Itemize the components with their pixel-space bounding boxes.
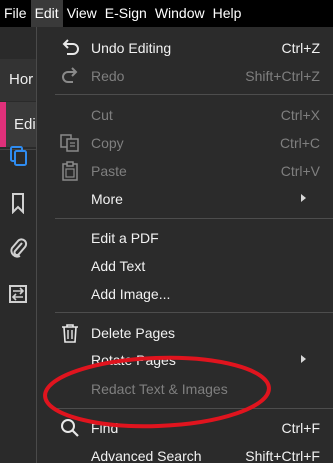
menu-item-label: Cut [91, 107, 113, 123]
menu-window[interactable]: Window [151, 0, 209, 27]
menu-item-delete-pages[interactable]: Delete Pages [37, 320, 333, 346]
menu-item-copy[interactable]: Copy Ctrl+C [37, 130, 333, 156]
compare-icon[interactable] [8, 283, 28, 305]
menu-item-shortcut: Ctrl+V [280, 163, 320, 179]
bookmark-icon[interactable] [8, 192, 28, 214]
menu-item-redact[interactable]: Redact Text & Images [37, 376, 333, 402]
menu-item-cut[interactable]: Cut Ctrl+X [37, 102, 333, 128]
attachment-icon[interactable] [8, 237, 28, 259]
edit-menu-dropdown: Undo Editing Ctrl+Z Redo Shift+Ctrl+Z Cu… [36, 27, 333, 463]
search-icon [61, 419, 79, 437]
menu-view[interactable]: View [63, 0, 101, 27]
menu-item-label: Add Text [91, 258, 146, 274]
undo-icon [62, 39, 79, 55]
menu-item-label: Redo [91, 68, 125, 84]
tab-edit[interactable]: Edi [0, 102, 36, 147]
menu-item-label: Edit a PDF [91, 230, 159, 246]
menu-help[interactable]: Help [209, 0, 246, 27]
menu-item-paste[interactable]: Paste Ctrl+V [37, 158, 333, 184]
menu-item-find[interactable]: Find Ctrl+F [37, 415, 333, 441]
menu-item-shortcut: Ctrl+C [279, 135, 320, 151]
paste-icon [62, 161, 78, 181]
tab-edit-label: Edi [14, 116, 36, 133]
left-toolbar: Hor Edi [0, 27, 36, 463]
menu-edit[interactable]: Edit [30, 0, 63, 27]
menu-item-label: Undo Editing [91, 40, 172, 56]
menu-item-redo[interactable]: Redo Shift+Ctrl+Z [37, 63, 333, 89]
menu-item-label: Find [91, 420, 119, 436]
menu-item-more[interactable]: More [37, 186, 333, 212]
menu-item-undo[interactable]: Undo Editing Ctrl+Z [37, 35, 333, 61]
active-tab-accent [0, 102, 6, 147]
menu-file[interactable]: File [0, 0, 31, 27]
menu-item-shortcut: Shift+Ctrl+Z [245, 68, 320, 84]
menu-item-edit-pdf[interactable]: Edit a PDF [37, 225, 333, 251]
menu-item-label: Delete Pages [91, 325, 176, 341]
menu-item-label: More [91, 191, 123, 207]
menu-bar: File Edit View E-Sign Window Help [0, 0, 333, 27]
pages-icon[interactable] [8, 145, 28, 167]
tab-home-label: Hor [9, 71, 34, 88]
tab-home[interactable]: Hor [0, 59, 36, 101]
menu-esign[interactable]: E-Sign [101, 0, 151, 27]
copy-icon [60, 134, 79, 152]
menu-item-label: Rotate Pages [91, 352, 176, 368]
menu-item-rotate-pages[interactable]: Rotate Pages [37, 347, 333, 373]
menu-separator [55, 218, 333, 219]
menu-item-label: Paste [91, 163, 127, 179]
menu-item-label: Redact Text & Images [91, 381, 228, 397]
menu-separator [55, 312, 333, 313]
menu-item-label: Copy [91, 135, 124, 151]
redo-icon [62, 67, 78, 83]
menu-item-label: Advanced Search [91, 448, 202, 463]
menu-item-shortcut: Ctrl+Z [281, 40, 321, 56]
menu-item-shortcut: Ctrl+F [281, 420, 321, 436]
menu-item-shortcut: Shift+Ctrl+F [245, 448, 320, 463]
menu-item-add-image[interactable]: Add Image... [37, 281, 333, 307]
menu-separator [55, 94, 333, 95]
submenu-arrow-icon [301, 355, 306, 363]
menu-item-label: Add Image... [91, 286, 171, 302]
submenu-arrow-icon [301, 194, 306, 202]
menu-item-shortcut: Ctrl+X [280, 107, 320, 123]
trash-icon [62, 324, 78, 343]
menu-item-advanced-search[interactable]: Advanced Search Shift+Ctrl+F [37, 443, 333, 463]
menu-item-add-text[interactable]: Add Text [37, 253, 333, 279]
menu-separator [55, 408, 333, 409]
